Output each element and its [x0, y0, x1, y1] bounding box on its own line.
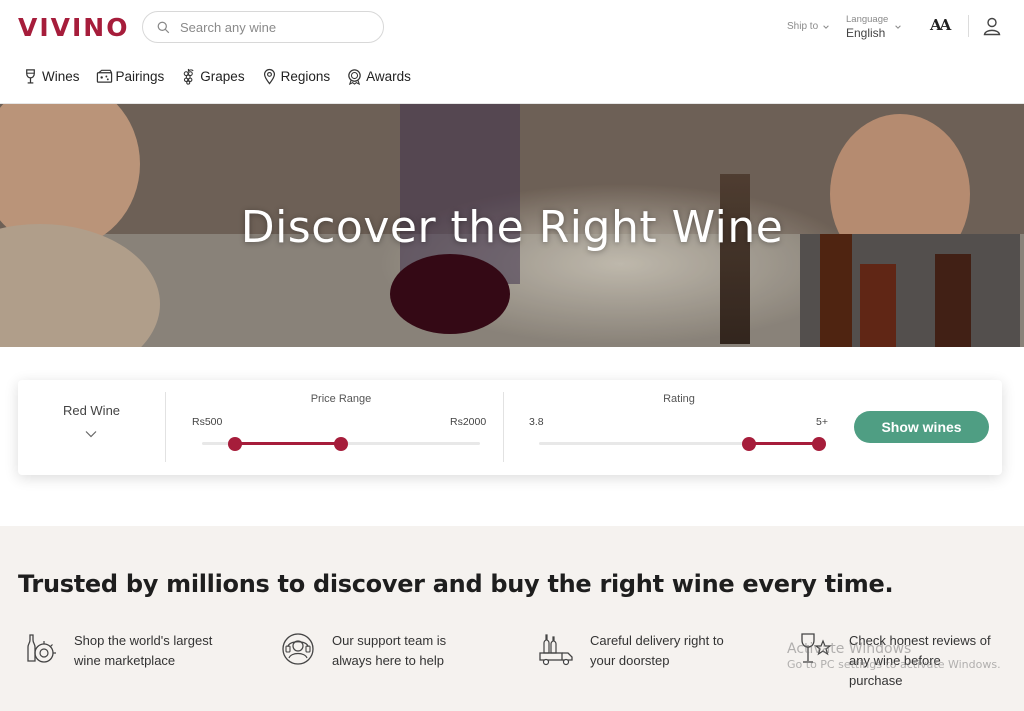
- nav-label: Regions: [280, 69, 331, 84]
- pairings-icon: [96, 69, 112, 83]
- search-bar[interactable]: [142, 11, 384, 43]
- language-value: English: [846, 26, 886, 40]
- ship-to-selector[interactable]: Ship to: [787, 21, 830, 32]
- price-range-title: Price Range: [310, 393, 372, 405]
- search-icon: [157, 21, 170, 33]
- rating-max-label: 5+: [816, 416, 828, 428]
- rating-slider-fill: [749, 442, 819, 445]
- feature-marketplace: Shop the world's largest wine marketplace: [22, 631, 212, 671]
- price-max-handle[interactable]: [334, 436, 348, 451]
- chevron-down-icon: [85, 431, 97, 438]
- award-icon: [348, 69, 361, 85]
- trusted-section: Trusted by millions to discover and buy …: [0, 526, 1024, 711]
- hero-banner: Discover the Right Wine: [0, 104, 1024, 347]
- price-slider[interactable]: [202, 436, 480, 451]
- ship-to-label: Ship to: [787, 21, 819, 32]
- support-icon: [282, 633, 314, 665]
- map-pin-icon: [263, 68, 275, 85]
- rating-min-label: 3.8: [529, 416, 544, 428]
- price-min-handle[interactable]: [228, 436, 243, 451]
- nav-item-wines[interactable]: Wines: [22, 68, 80, 85]
- wine-filter-card: Red Wine Price Range Rs500 Rs2000 Rating…: [18, 380, 1002, 475]
- chevron-down-icon: [823, 24, 829, 29]
- nav-item-awards[interactable]: Awards: [346, 68, 411, 85]
- language-label: Language: [846, 14, 889, 25]
- feature-line: wine marketplace: [74, 653, 176, 668]
- nav-item-pairings[interactable]: Pairings: [96, 68, 165, 85]
- feature-support: Our support team is always here to help: [280, 631, 446, 671]
- price-min-label: Rs500: [192, 416, 223, 428]
- price-slider-fill: [235, 442, 341, 445]
- feature-line: always here to help: [332, 653, 445, 668]
- nav-label: Wines: [42, 69, 80, 84]
- feature-line: purchase: [849, 673, 903, 688]
- wine-type-dropdown[interactable]: Red Wine: [18, 380, 165, 475]
- main-nav: Wines Pairings Grapes Regions Awards: [22, 68, 427, 85]
- language-selector[interactable]: Language English: [846, 14, 902, 40]
- bottles-icon: [27, 634, 56, 663]
- nav-label: Pairings: [115, 69, 165, 84]
- rating-max-handle[interactable]: [812, 436, 826, 451]
- feature-delivery: Careful delivery right to your doorstep: [538, 631, 724, 671]
- nav-label: Awards: [366, 69, 411, 84]
- user-icon[interactable]: [982, 16, 1002, 36]
- nav-item-grapes[interactable]: Grapes: [180, 68, 245, 85]
- filter-divider: [503, 392, 504, 462]
- chevron-down-icon: [895, 25, 902, 29]
- vivino-logo[interactable]: VIVINO: [18, 13, 129, 42]
- header-divider: [968, 15, 969, 37]
- feature-line: Shop the world's largest: [74, 633, 213, 648]
- feature-line: Our support team is: [332, 633, 447, 648]
- grapes-icon: [184, 68, 194, 85]
- site-header: VIVINO Ship to Language English AA Wines…: [0, 0, 1024, 104]
- hero-title: Discover the Right Wine: [240, 202, 784, 253]
- trusted-heading: Trusted by millions to discover and buy …: [18, 570, 894, 598]
- search-input[interactable]: [180, 19, 370, 35]
- wine-type-value: Red Wine: [62, 403, 121, 418]
- rating-min-handle[interactable]: [742, 436, 756, 451]
- filter-divider: [165, 392, 166, 462]
- show-wines-button[interactable]: Show wines: [854, 411, 989, 443]
- rating-slider[interactable]: [539, 436, 826, 451]
- feature-line: Careful delivery right to: [590, 633, 724, 648]
- feature-line: Check honest reviews of: [849, 633, 991, 648]
- rating-title: Rating: [663, 393, 695, 405]
- text-size-toggle[interactable]: AA: [930, 16, 951, 34]
- delivery-truck-icon: [539, 634, 573, 666]
- feature-line: your doorstep: [590, 653, 670, 668]
- nav-label: Grapes: [200, 69, 245, 84]
- price-max-label: Rs2000: [450, 416, 487, 428]
- nav-item-regions[interactable]: Regions: [261, 68, 331, 85]
- feature-reviews: Check honest reviews of any wine before pu…: [797, 631, 991, 691]
- wine-glass-icon: [26, 69, 35, 84]
- feature-line: any wine before: [849, 653, 941, 668]
- review-glass-icon: [801, 633, 832, 663]
